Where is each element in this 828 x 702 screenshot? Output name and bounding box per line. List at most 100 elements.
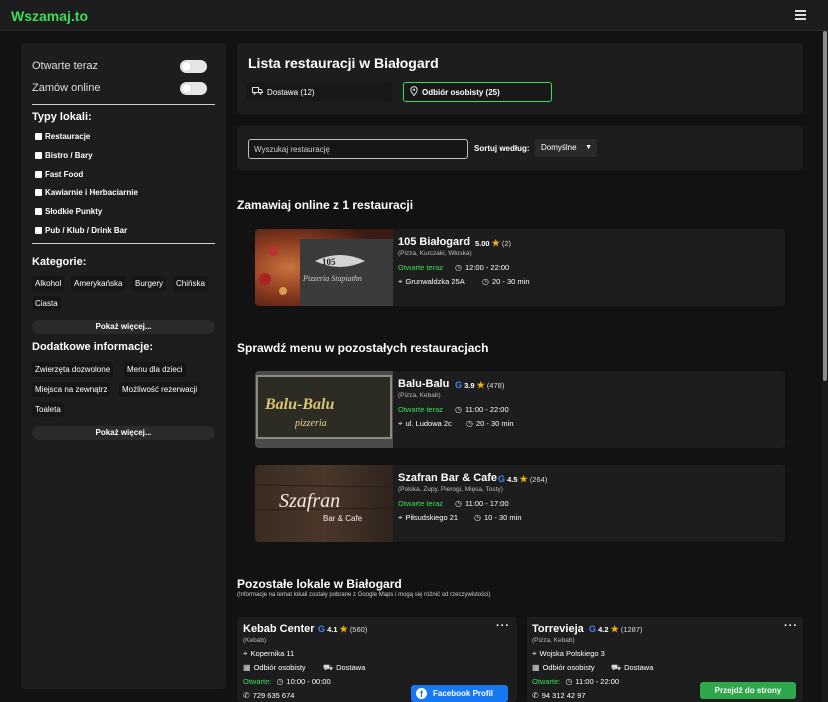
search-panel: Sortuj według: Domyślne ▼	[237, 126, 803, 170]
checkbox[interactable]	[35, 227, 42, 234]
type-label: Kawiarnie i Herbaciarnie	[45, 188, 138, 197]
open-status: Otwarte teraz	[398, 263, 444, 272]
order-online-switch[interactable]	[180, 82, 207, 95]
pickup-option: ▦ Odbiór osobisty	[243, 663, 306, 672]
visit-website-button[interactable]: Przejdź do strony	[700, 682, 796, 699]
review-count: (478)	[486, 381, 505, 390]
show-more-categories-button[interactable]: Pokaż więcej...	[32, 320, 215, 334]
rating-value: 4.5	[507, 475, 518, 484]
restaurant-name[interactable]: 105 Białogard	[398, 236, 470, 248]
category-chip[interactable]: Alkohol	[32, 276, 65, 291]
rating: G 3.9 ★ (478)	[455, 380, 504, 391]
restaurant-card[interactable]: Balu-Balu pizzeria Balu-Balu G 3.9 ★ (47…	[255, 371, 785, 448]
facebook-profile-button[interactable]: f Facebook Profil	[411, 685, 508, 702]
phone-icon: ✆	[243, 691, 250, 700]
filter-sidebar: Otwarte teraz Zamów online Typy lokali: …	[21, 43, 226, 689]
local-name[interactable]: Kebab Center	[243, 623, 315, 635]
checkbox[interactable]	[35, 152, 42, 159]
local-card[interactable]: Kebab Center G 4.1 ★ (560) ··· (Kebab) ⌖…	[237, 617, 517, 702]
phone[interactable]: ✆ 729 635 674	[243, 691, 294, 700]
truck-icon: ⛟	[323, 663, 334, 672]
review-count: (2)	[501, 239, 512, 248]
type-checkbox[interactable]: Pub / Klub / Drink Bar	[35, 226, 127, 235]
hamburger-menu-icon[interactable]	[795, 10, 806, 20]
restaurant-name[interactable]: Balu-Balu	[398, 378, 449, 390]
open-now-switch[interactable]	[180, 60, 207, 73]
rating-value: 4.1	[327, 625, 338, 634]
type-checkbox[interactable]: Restauracje	[35, 132, 90, 141]
more-options-icon[interactable]: ···	[784, 620, 798, 632]
toggle-label: Zamów online	[32, 82, 101, 94]
checkbox[interactable]	[35, 208, 42, 215]
star-icon: ★	[610, 624, 619, 634]
restaurant-photo: 105 Pizzeria Stapiathn	[255, 229, 393, 306]
show-more-extras-button[interactable]: Pokaż więcej...	[32, 426, 215, 440]
toggle-label: Otwarte teraz	[32, 60, 99, 72]
extra-chip[interactable]: Zwierzęta dozwolone	[32, 362, 114, 377]
section-note: (Informacje na temat lokali zostały pobr…	[237, 592, 491, 598]
tab-delivery[interactable]: Dostawa (12)	[246, 82, 392, 102]
pickup-text: Odbiór osobisty	[542, 663, 595, 672]
section-title-menu: Sprawdź menu w pozostałych restauracjach	[237, 341, 489, 355]
clock-icon: ◷	[565, 677, 573, 686]
open-status: Otwarte:	[532, 677, 561, 686]
extra-chip[interactable]: Miejsca na zewnątrz	[32, 382, 111, 397]
restaurant-card[interactable]: 105 Pizzeria Stapiathn 105 Białogard 5.0…	[255, 229, 785, 306]
delivery-time-text: 20 - 30 min	[475, 419, 514, 428]
thumb-sign-text: Balu-Balu	[264, 396, 334, 413]
category-chip[interactable]: Chińska	[173, 276, 208, 291]
pickup-option: ▦ Odbiór osobisty	[532, 663, 595, 672]
opening-hours: ◷ 11:00 - 22:00	[455, 405, 509, 414]
toggle-open-now[interactable]: Otwarte teraz	[32, 60, 207, 74]
star-icon: ★	[519, 474, 528, 484]
type-checkbox[interactable]: Słodkie Punkty	[35, 207, 102, 216]
type-checkbox[interactable]: Bistro / Bary	[35, 151, 93, 160]
local-name[interactable]: Torrevieja	[532, 623, 584, 635]
cuisine: (Pizza, Kurczaki, Włoska)	[398, 250, 472, 257]
address-text: Kopernika 11	[250, 649, 295, 658]
cuisine: (Polska, Zupy, Pierogi, Mięsa, Tosty)	[398, 486, 503, 493]
tab-label: Dostawa (12)	[267, 87, 315, 97]
section-title-online: Zamawiaj online z 1 restauracji	[237, 198, 414, 212]
checkbox[interactable]	[35, 133, 42, 140]
restaurant-card[interactable]: Szafran Bar & Cafe Szafran Bar & Cafe G …	[255, 465, 785, 542]
scrollbar[interactable]	[822, 31, 828, 702]
rating-value: 4.2	[598, 625, 609, 634]
logo[interactable]: Wszamaj.to	[11, 8, 88, 24]
hours-text: 11:00 - 22:00	[575, 677, 620, 686]
local-card[interactable]: Torrevieja G 4.2 ★ (1287) ··· (Pizza, Ke…	[527, 617, 803, 702]
delivery-time: ◷ 20 - 30 min	[482, 277, 530, 286]
category-chip[interactable]: Burgery	[132, 276, 167, 291]
category-chip[interactable]: Ciasta	[32, 296, 61, 311]
scrollbar-thumb[interactable]	[823, 31, 827, 381]
type-checkbox[interactable]: Fast Food	[35, 170, 83, 179]
restaurant-photo: Szafran Bar & Cafe	[255, 465, 394, 542]
search-input[interactable]	[248, 139, 468, 159]
open-status: Otwarte:	[243, 677, 272, 686]
toggle-order-online[interactable]: Zamów online	[32, 82, 207, 96]
extra-chip[interactable]: Menu dla dzieci	[124, 362, 186, 377]
truck-icon: ⛟	[611, 663, 622, 672]
type-checkbox[interactable]: Kawiarnie i Herbaciarnie	[35, 188, 138, 197]
checkbox[interactable]	[35, 171, 42, 178]
extra-chip[interactable]: Toaleta	[32, 402, 64, 417]
extra-chip[interactable]: Możliwość rezerwacji	[119, 382, 201, 397]
tab-pickup[interactable]: Odbiór osobisty (25)	[403, 82, 552, 102]
category-chip[interactable]: Amerykańska	[71, 276, 126, 291]
delivery-time: ◷ 20 - 30 min	[466, 419, 514, 428]
phone[interactable]: ✆ 94 312 42 97	[532, 691, 586, 700]
location-pin-icon: ⌖	[532, 649, 537, 658]
phone-text: 729 635 674	[252, 691, 295, 700]
address: ⌖ Grunwaldzka 25A	[398, 277, 465, 287]
types-heading: Typy lokali:	[32, 111, 92, 123]
restaurant-name[interactable]: Szafran Bar & Cafe	[398, 472, 497, 484]
more-options-icon[interactable]: ···	[496, 620, 510, 632]
address: ⌖ Wojska Polskiego 3	[532, 649, 605, 659]
delivery-option: ⛟ Dostawa	[323, 663, 365, 673]
open-status: Otwarte teraz	[398, 405, 444, 414]
type-label: Fast Food	[45, 170, 84, 179]
sort-select[interactable]: Domyślne ▼	[535, 139, 597, 157]
checkbox[interactable]	[35, 189, 42, 196]
page-title: Lista restauracji w Białogard	[248, 55, 439, 71]
rating: 5.00 ★ (2)	[475, 238, 511, 249]
